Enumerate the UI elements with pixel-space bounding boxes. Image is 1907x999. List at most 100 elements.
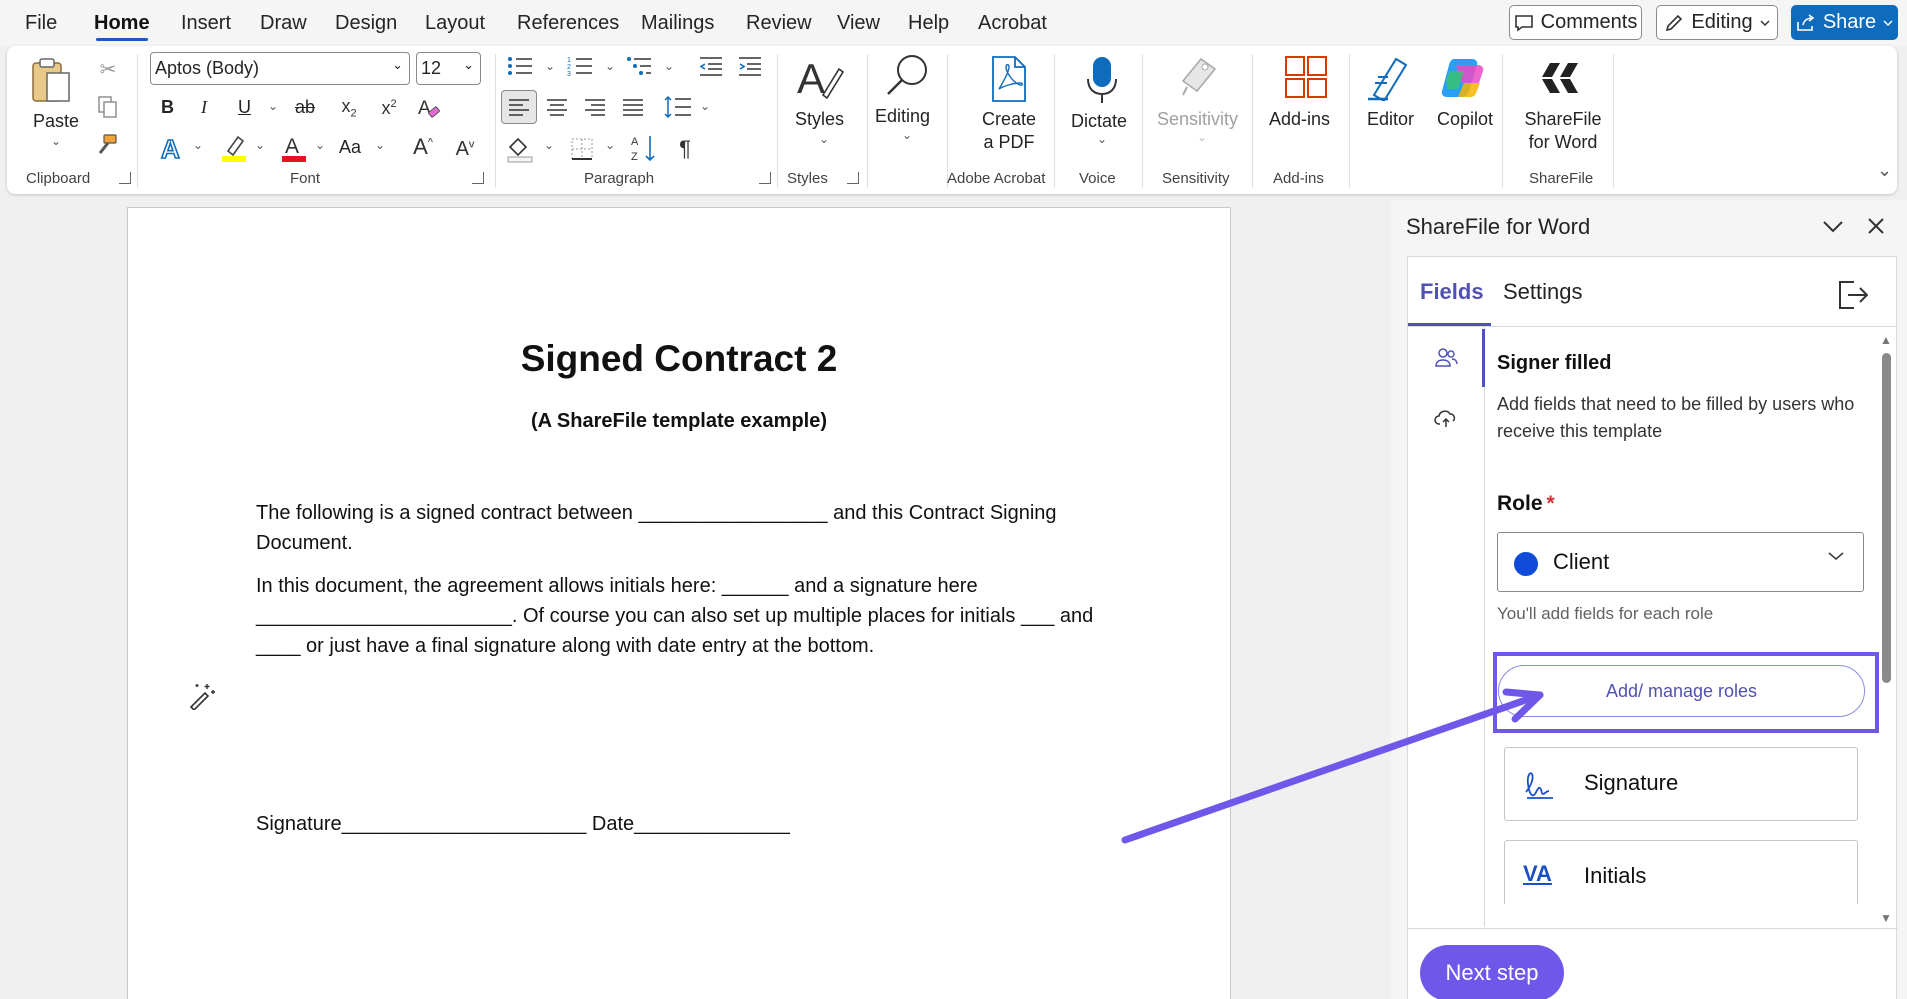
- copilot-icon: [1441, 59, 1484, 97]
- chevron-down-icon[interactable]: ⌄: [268, 99, 278, 113]
- multilevel-list-button[interactable]: [625, 54, 653, 78]
- chevron-down-icon[interactable]: ⌄: [375, 138, 385, 152]
- borders-button[interactable]: [567, 134, 597, 164]
- dictate-button[interactable]: [1084, 54, 1120, 106]
- share-button[interactable]: Share: [1791, 5, 1898, 40]
- create-pdf-button[interactable]: [988, 54, 1030, 104]
- scrollbar-thumb[interactable]: [1882, 353, 1891, 683]
- line-spacing-button[interactable]: [662, 94, 694, 120]
- clear-formatting-button[interactable]: A: [415, 94, 443, 122]
- field-card-label: Signature: [1584, 770, 1679, 795]
- paste-button[interactable]: [29, 56, 73, 106]
- role-select[interactable]: Client: [1497, 532, 1864, 592]
- copy-button[interactable]: [95, 94, 121, 120]
- dialog-launcher-icon[interactable]: [759, 172, 771, 184]
- show-formatting-button[interactable]: ¶: [671, 134, 699, 164]
- sort-button[interactable]: AZ: [629, 132, 659, 164]
- chevron-down-icon[interactable]: ⌄: [315, 138, 325, 152]
- bullets-button[interactable]: [506, 54, 534, 78]
- chevron-down-icon[interactable]: ⌄: [545, 59, 555, 73]
- signer-users-icon[interactable]: [1434, 347, 1458, 374]
- align-left-button[interactable]: [501, 90, 537, 124]
- chevron-down-icon[interactable]: ⌄: [605, 138, 615, 152]
- numbering-button[interactable]: 123: [566, 54, 594, 78]
- subscript-button[interactable]: x2: [337, 96, 361, 120]
- menu-mailings[interactable]: Mailings: [641, 12, 714, 35]
- magic-wand-icon[interactable]: [187, 680, 217, 712]
- dialog-launcher-icon[interactable]: [847, 172, 859, 184]
- menu-design[interactable]: Design: [335, 12, 397, 35]
- menu-view[interactable]: View: [837, 12, 880, 35]
- copilot-button[interactable]: [1439, 54, 1487, 102]
- decrease-indent-button[interactable]: [697, 54, 725, 78]
- chevron-down-icon[interactable]: ⌄: [605, 59, 615, 73]
- format-painter-button[interactable]: [95, 132, 121, 158]
- sharefile-button[interactable]: [1535, 52, 1585, 102]
- editing-mode-button[interactable]: Editing: [1656, 5, 1778, 40]
- menu-help[interactable]: Help: [908, 12, 949, 35]
- strikethrough-button[interactable]: ab: [295, 96, 315, 119]
- font-color-button[interactable]: A: [279, 132, 309, 164]
- next-step-button[interactable]: Next step: [1420, 945, 1564, 999]
- sensitivity-button[interactable]: [1179, 54, 1219, 100]
- increase-indent-button[interactable]: [736, 54, 764, 78]
- menu-references[interactable]: References: [517, 12, 619, 35]
- add-manage-roles-button[interactable]: Add/ manage roles: [1498, 665, 1865, 717]
- scroll-up-icon[interactable]: ▲: [1880, 333, 1892, 347]
- close-icon[interactable]: [1866, 216, 1886, 241]
- tab-fields[interactable]: Fields: [1420, 279, 1484, 305]
- italic-button[interactable]: I: [201, 96, 207, 119]
- document-paragraph-1: The following is a signed contract betwe…: [256, 502, 1057, 554]
- chevron-down-icon[interactable]: ⌄: [819, 132, 829, 146]
- dialog-launcher-icon[interactable]: [119, 172, 131, 184]
- menu-draw[interactable]: Draw: [260, 12, 307, 35]
- underline-button[interactable]: U: [238, 96, 251, 119]
- chevron-down-icon[interactable]: ⌄: [902, 128, 912, 142]
- comments-button[interactable]: Comments: [1509, 5, 1642, 40]
- align-right-button[interactable]: [581, 94, 609, 120]
- sign-out-icon[interactable]: [1836, 279, 1869, 316]
- shading-button[interactable]: [505, 134, 535, 164]
- chevron-down-icon[interactable]: ⌄: [700, 99, 710, 113]
- menu-insert[interactable]: Insert: [181, 12, 231, 35]
- chevron-down-icon[interactable]: ⌄: [193, 138, 203, 152]
- ribbon-expand-chevron-icon[interactable]: ⌄: [1877, 160, 1892, 181]
- font-size-select[interactable]: 12 ⌄: [416, 52, 481, 85]
- menu-review[interactable]: Review: [746, 12, 812, 35]
- menu-file[interactable]: File: [25, 12, 57, 35]
- chevron-down-icon[interactable]: ⌄: [664, 59, 674, 73]
- menu-layout[interactable]: Layout: [425, 12, 485, 35]
- highlight-button[interactable]: [219, 132, 249, 164]
- chevron-down-icon[interactable]: ⌄: [544, 138, 554, 152]
- panel-options-chevron-icon[interactable]: [1821, 219, 1845, 240]
- svg-text:A: A: [418, 98, 431, 119]
- styles-button[interactable]: A: [795, 52, 845, 104]
- add-ins-button[interactable]: [1283, 54, 1329, 100]
- tab-settings[interactable]: Settings: [1503, 279, 1583, 305]
- chevron-down-icon[interactable]: ⌄: [255, 138, 265, 152]
- scroll-down-icon[interactable]: ▼: [1880, 911, 1892, 925]
- bold-button[interactable]: B: [161, 96, 174, 119]
- align-center-button[interactable]: [543, 94, 571, 120]
- field-card-signature[interactable]: Signature: [1504, 747, 1858, 821]
- document-page[interactable]: Signed Contract 2 (A ShareFile template …: [127, 207, 1231, 999]
- change-case-button[interactable]: Aa: [339, 136, 361, 159]
- text-effects-button[interactable]: A: [157, 134, 187, 164]
- role-color-dot: [1514, 552, 1538, 576]
- chevron-down-icon[interactable]: ⌄: [51, 134, 61, 148]
- justify-button[interactable]: [619, 94, 647, 120]
- shrink-font-button[interactable]: Av: [450, 134, 480, 164]
- menu-home[interactable]: Home: [94, 12, 150, 35]
- editing-button[interactable]: [883, 52, 933, 100]
- font-name-select[interactable]: Aptos (Body) ⌄: [150, 52, 410, 85]
- field-card-initials[interactable]: VA Initials: [1504, 840, 1858, 904]
- grow-font-button[interactable]: A^: [407, 132, 439, 162]
- menu-acrobat[interactable]: Acrobat: [978, 12, 1047, 35]
- panel-scrollbar[interactable]: ▲ ▼: [1878, 327, 1894, 927]
- editor-button[interactable]: [1365, 54, 1413, 102]
- superscript-button[interactable]: x2: [377, 96, 401, 120]
- cut-button[interactable]: ✂: [95, 56, 121, 82]
- cloud-upload-icon[interactable]: [1434, 407, 1458, 434]
- chevron-down-icon[interactable]: ⌄: [1097, 132, 1107, 146]
- dialog-launcher-icon[interactable]: [472, 172, 484, 184]
